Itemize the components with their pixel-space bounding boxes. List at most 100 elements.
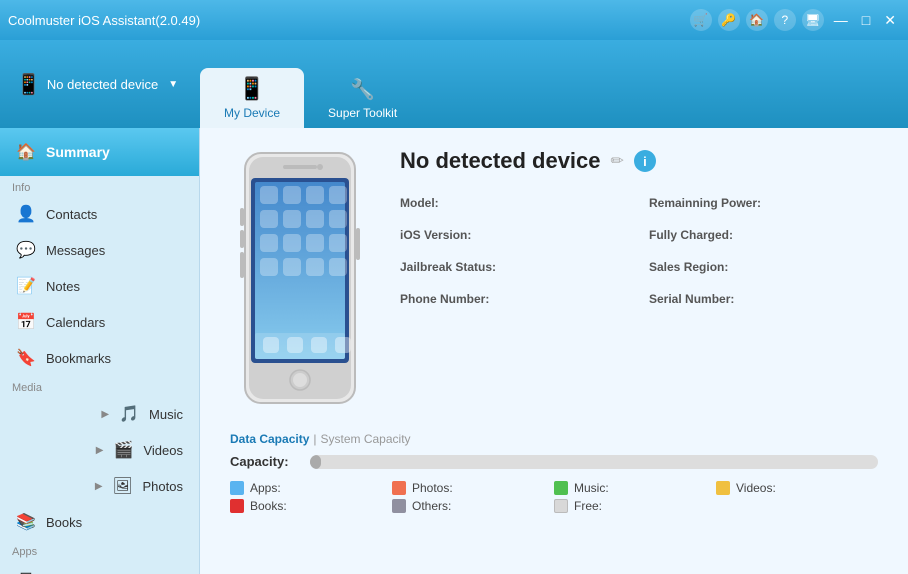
sidebar-item-calendars[interactable]: 📅 Calendars (0, 304, 199, 340)
close-button[interactable]: ✕ (880, 12, 900, 29)
phone-svg (235, 148, 365, 408)
apps-icon: ⊞ (16, 568, 36, 574)
sidebar-item-contacts[interactable]: 👤 Contacts (0, 196, 199, 232)
music-dot (554, 481, 568, 495)
videos-icon: 🎬 (113, 440, 133, 460)
device-info-row: No detected device ✏ i Model: Remainning… (230, 148, 878, 408)
notes-label: Notes (46, 279, 80, 294)
calendars-icon: 📅 (16, 312, 36, 332)
capacity-bar-row: Capacity: (230, 454, 878, 469)
device-title-row: No detected device ✏ i (400, 148, 878, 174)
sidebar-item-books[interactable]: 📚 Books (0, 504, 199, 540)
device-title: No detected device (400, 148, 601, 174)
phone-image (230, 148, 370, 408)
key-icon[interactable]: 🔑 (718, 9, 740, 31)
ios-version-field: iOS Version: (400, 226, 629, 244)
ios-version-label: iOS Version: (400, 228, 471, 242)
content-area: No detected device ✏ i Model: Remainning… (200, 128, 908, 574)
apps-dot (230, 481, 244, 495)
music-icon: 🎵 (119, 404, 139, 424)
device-selector-label: No detected device (47, 77, 158, 92)
fully-charged-field: Fully Charged: (649, 226, 878, 244)
system-capacity-tab[interactable]: System Capacity (321, 432, 411, 446)
photos-legend-label: Photos: (412, 481, 453, 495)
others-legend-label: Others: (412, 499, 451, 513)
messages-label: Messages (46, 243, 105, 258)
super-toolkit-tab-label: Super Toolkit (328, 106, 397, 120)
sidebar-item-notes[interactable]: 📝 Notes (0, 268, 199, 304)
serial-number-field: Serial Number: (649, 290, 878, 308)
sidebar-item-videos[interactable]: ▶ 🎬 Videos (0, 432, 199, 468)
videos-label: Videos (143, 443, 183, 458)
monitor-icon[interactable]: 🖥 (802, 9, 824, 31)
contacts-icon: 👤 (16, 204, 36, 224)
apps-section-header: Apps (0, 540, 199, 560)
sidebar-item-bookmarks[interactable]: 🔖 Bookmarks (0, 340, 199, 376)
calendars-label: Calendars (46, 315, 105, 330)
maximize-button[interactable]: □ (858, 12, 874, 28)
sidebar-item-summary[interactable]: 🏠 Summary (0, 128, 199, 176)
nav-bar: 📱 No detected device ▼ 📱 My Device 🔧 Sup… (0, 40, 908, 128)
home-icon[interactable]: 🏠 (746, 9, 768, 31)
free-legend-label: Free: (574, 499, 602, 513)
cap-divider: | (313, 432, 316, 446)
sidebar-item-photos[interactable]: ▶ 🖼 Photos (0, 468, 199, 504)
my-device-tab-label: My Device (224, 106, 280, 120)
data-capacity-tab[interactable]: Data Capacity (230, 432, 309, 446)
notes-icon: 📝 (16, 276, 36, 296)
my-device-tab-icon: 📱 (238, 76, 265, 102)
tab-my-device[interactable]: 📱 My Device (200, 68, 304, 128)
phone-number-field: Phone Number: (400, 290, 629, 308)
books-icon: 📚 (16, 512, 36, 532)
photos-expand-icon: ▶ (95, 481, 103, 492)
jailbreak-status-field: Jailbreak Status: (400, 258, 629, 276)
capacity-label: Capacity: (230, 454, 300, 469)
title-bar-right: 🛒 🔑 🏠 ? 🖥 — □ ✕ (690, 9, 900, 31)
videos-legend-label: Videos: (736, 481, 776, 495)
videos-expand-icon: ▶ (96, 445, 104, 456)
remaining-power-field: Remainning Power: (649, 194, 878, 212)
title-bar: Coolmuster iOS Assistant(2.0.49) 🛒 🔑 🏠 ?… (0, 0, 908, 40)
title-bar-left: Coolmuster iOS Assistant(2.0.49) (8, 13, 200, 28)
contacts-label: Contacts (46, 207, 97, 222)
apps-label: Apps (46, 571, 76, 574)
device-selector[interactable]: 📱 No detected device ▼ (0, 40, 200, 128)
phone-number-label: Phone Number: (400, 292, 489, 306)
capacity-tabs: Data Capacity | System Capacity (230, 432, 878, 446)
minimize-button[interactable]: — (830, 12, 852, 28)
others-dot (392, 499, 406, 513)
main-layout: 🏠 Summary Info 👤 Contacts 💬 Messages 📝 N… (0, 128, 908, 574)
jailbreak-status-label: Jailbreak Status: (400, 260, 496, 274)
tab-super-toolkit[interactable]: 🔧 Super Toolkit (304, 69, 421, 128)
sidebar-item-apps[interactable]: ⊞ Apps (0, 560, 199, 574)
apps-legend-label: Apps: (250, 481, 281, 495)
serial-number-label: Serial Number: (649, 292, 734, 306)
photos-dot (392, 481, 406, 495)
device-details: No detected device ✏ i Model: Remainning… (400, 148, 878, 308)
legend-photos: Photos: (392, 481, 554, 495)
sidebar-item-music[interactable]: ▶ 🎵 Music (0, 396, 199, 432)
info-section-header: Info (0, 176, 199, 196)
fully-charged-label: Fully Charged: (649, 228, 733, 242)
books-legend-label: Books: (250, 499, 287, 513)
capacity-section: Data Capacity | System Capacity Capacity… (230, 432, 878, 513)
free-dot (554, 499, 568, 513)
edit-icon[interactable]: ✏ (611, 151, 624, 171)
app-title: Coolmuster iOS Assistant(2.0.49) (8, 13, 200, 28)
sidebar-item-messages[interactable]: 💬 Messages (0, 232, 199, 268)
info-icon[interactable]: i (634, 150, 656, 172)
legend-videos: Videos: (716, 481, 878, 495)
cart-icon[interactable]: 🛒 (690, 9, 712, 31)
sidebar-summary-label: Summary (46, 144, 110, 160)
device-selector-icon: 📱 (16, 72, 41, 97)
videos-dot (716, 481, 730, 495)
sales-region-label: Sales Region: (649, 260, 728, 274)
super-toolkit-tab-icon: 🔧 (350, 77, 375, 102)
legend-apps: Apps: (230, 481, 392, 495)
remaining-power-label: Remainning Power: (649, 196, 761, 210)
messages-icon: 💬 (16, 240, 36, 260)
help-icon[interactable]: ? (774, 9, 796, 31)
model-field: Model: (400, 194, 629, 212)
legend-free: Free: (554, 499, 716, 513)
sales-region-field: Sales Region: (649, 258, 878, 276)
